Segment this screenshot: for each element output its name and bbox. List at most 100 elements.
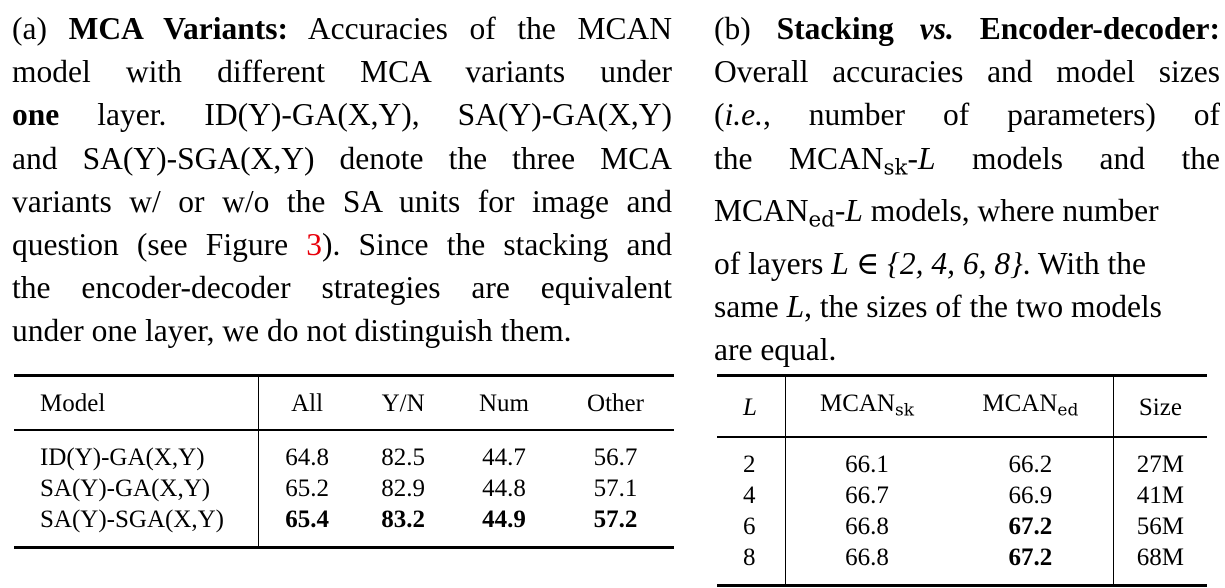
table-row: 8 66.8 67.2 68M bbox=[717, 542, 1207, 586]
caption-b-line: are equal. bbox=[714, 332, 837, 368]
caption-b-line: same L, the sizes of the two models bbox=[714, 285, 1220, 328]
caption-a: (a) MCA Variants: Accuracies of the MCAN… bbox=[12, 7, 672, 353]
table-row: ID(Y)-GA(X,Y) 64.8 82.5 44.7 56.7 bbox=[14, 430, 674, 473]
caption-b-text: models and the bbox=[972, 140, 1220, 176]
header-text: MCAN bbox=[982, 390, 1058, 417]
caption-b-text: same bbox=[714, 288, 779, 324]
caption-b-text: models, where number bbox=[870, 193, 1159, 229]
caption-a-line: model with different MCA variants under bbox=[12, 54, 672, 90]
cell-all-best: 65.4 bbox=[285, 506, 329, 533]
cell-mcan-sk: 66.7 bbox=[845, 482, 889, 510]
caption-b-line: (b) Stacking vs. Encoder-decoder: bbox=[714, 7, 1220, 50]
cell-mcan-sk: 66.8 bbox=[845, 544, 889, 572]
header-other: Other bbox=[556, 375, 674, 431]
cell-num-best: 44.9 bbox=[482, 506, 526, 533]
caption-b-math: L bbox=[786, 288, 805, 324]
caption-b-line: (i.e., number of parameters) of bbox=[714, 93, 1220, 136]
cell-mcan-ed-best: 67.2 bbox=[947, 511, 1114, 543]
cell-all: 64.8 bbox=[285, 444, 329, 471]
caption-a-text: question (see Figure bbox=[12, 227, 289, 263]
cell-layers: 8 bbox=[717, 542, 786, 586]
header-num: Num bbox=[451, 375, 557, 431]
cell-model: ID(Y)-GA(X,Y) bbox=[14, 430, 259, 473]
caption-b-subscript: ed bbox=[808, 207, 835, 233]
cell-size: 68M bbox=[1136, 544, 1185, 572]
header-mcan-ed: MCANed bbox=[947, 375, 1114, 439]
caption-b-title: vs. bbox=[919, 11, 954, 46]
caption-b-title: Stacking bbox=[776, 11, 894, 46]
caption-b-line: Overall accuracies and model sizes bbox=[714, 54, 1220, 90]
header-layers-label: L bbox=[743, 393, 757, 421]
caption-a-line: under one layer, we do not distinguish t… bbox=[12, 313, 572, 349]
caption-b-text: MCAN bbox=[714, 193, 809, 229]
caption-a-line: variants w/ or w/o the SA units for imag… bbox=[12, 183, 672, 219]
table-row: 6 66.8 67.2 56M bbox=[717, 511, 1207, 543]
cell-layers: 2 bbox=[717, 437, 786, 481]
caption-b-text: , the sizes of the two models bbox=[804, 288, 1162, 324]
cell-other: 56.7 bbox=[593, 444, 638, 471]
caption-a-text: Accuracies of the MCAN bbox=[307, 11, 672, 46]
cell-layers: 6 bbox=[717, 511, 786, 543]
caption-a-text: layer. ID(Y)-GA(X,Y), SA(Y)-GA(X,Y) bbox=[97, 97, 672, 133]
cell-layers: 4 bbox=[717, 480, 786, 512]
cell-mcan-sk: 66.1 bbox=[845, 451, 889, 479]
header-all: All bbox=[258, 375, 356, 431]
caption-b-math: -L bbox=[907, 140, 936, 176]
cell-size: 56M bbox=[1136, 513, 1185, 541]
cell-num: 44.7 bbox=[482, 444, 526, 471]
caption-b-line: of layers L ∈ {2, 4, 6, 8}. With the bbox=[714, 242, 1220, 285]
table-row: SA(Y)-SGA(X,Y) 65.4 83.2 44.9 57.2 bbox=[14, 504, 674, 548]
figure-reference-link[interactable]: 3 bbox=[306, 227, 322, 262]
table-row: 2 66.1 66.2 27M bbox=[717, 437, 1207, 481]
header-size: Size bbox=[1113, 375, 1207, 439]
table-header-row: L MCANsk MCANed Size bbox=[717, 375, 1207, 439]
header-layers: L bbox=[717, 375, 786, 439]
header-subscript: ed bbox=[1057, 400, 1079, 421]
cell-yn: 82.9 bbox=[381, 475, 425, 502]
cell-mcan-ed: 66.9 bbox=[947, 480, 1114, 512]
cell-yn: 82.5 bbox=[381, 444, 425, 471]
caption-b-text: , number of parameters) of bbox=[762, 97, 1220, 133]
header-yn: Y/N bbox=[355, 375, 452, 431]
cell-model: SA(Y)-GA(X,Y) bbox=[14, 473, 259, 504]
caption-b-math: L ∈ {2, 4, 6, 8} bbox=[831, 245, 1023, 281]
cell-all: 65.2 bbox=[285, 475, 329, 502]
caption-b-label: (b) bbox=[714, 11, 751, 46]
cell-size: 41M bbox=[1136, 482, 1185, 510]
cell-mcan-ed: 66.2 bbox=[947, 437, 1114, 481]
stacking-vs-encoder-decoder-table: L MCANsk MCANed Size 2 66.1 66.2 27M 4 6… bbox=[717, 374, 1207, 588]
caption-a-line: the encoder-decoder strategies are equiv… bbox=[12, 270, 672, 306]
cell-model: SA(Y)-SGA(X,Y) bbox=[14, 504, 259, 548]
mca-variants-table: Model All Y/N Num Other ID(Y)-GA(X,Y) 64… bbox=[14, 374, 674, 549]
cell-other-best: 57.2 bbox=[593, 506, 638, 533]
caption-b-text: . With the bbox=[1022, 245, 1146, 281]
caption-a-line: and SA(Y)-SGA(X,Y) denote the three MCA bbox=[12, 140, 672, 176]
caption-b-text: of layers bbox=[714, 245, 824, 281]
cell-num: 44.8 bbox=[482, 475, 526, 502]
cell-mcan-sk: 66.8 bbox=[845, 513, 889, 541]
cell-other: 57.1 bbox=[593, 475, 638, 502]
caption-b-text: the MCAN bbox=[714, 140, 884, 176]
cell-size: 27M bbox=[1136, 451, 1185, 479]
cell-mcan-ed-best: 67.2 bbox=[947, 542, 1114, 586]
caption-a-title: MCA Variants: bbox=[68, 11, 289, 46]
header-mcan-sk: MCANsk bbox=[785, 375, 948, 439]
caption-b-text: ( bbox=[714, 97, 725, 133]
caption-b-text: i.e. bbox=[724, 97, 763, 133]
caption-b-line: MCANed-L models, where number bbox=[714, 189, 1220, 242]
caption-b: (b) Stacking vs. Encoder-decoder: Overal… bbox=[714, 7, 1220, 371]
caption-a-label: (a) bbox=[12, 11, 47, 46]
caption-b-math: -L bbox=[834, 193, 863, 229]
table-header-row: Model All Y/N Num Other bbox=[14, 375, 674, 431]
cell-yn-best: 83.2 bbox=[381, 506, 425, 533]
caption-a-line: one layer. ID(Y)-GA(X,Y), SA(Y)-GA(X,Y) bbox=[12, 93, 672, 136]
table-row: SA(Y)-GA(X,Y) 65.2 82.9 44.8 57.1 bbox=[14, 473, 674, 504]
header-subscript: sk bbox=[894, 400, 915, 421]
header-text: MCAN bbox=[819, 390, 895, 417]
caption-b-line: the MCANsk-L models and the bbox=[714, 137, 1220, 190]
caption-b-title: Encoder-decoder: bbox=[979, 11, 1221, 46]
table-row: 4 66.7 66.9 41M bbox=[717, 480, 1207, 512]
caption-a-line: (a) MCA Variants: Accuracies of the MCAN bbox=[12, 7, 672, 50]
caption-a-text: ). Since the stacking and bbox=[322, 227, 673, 263]
caption-a-emphasis: one bbox=[12, 97, 60, 133]
